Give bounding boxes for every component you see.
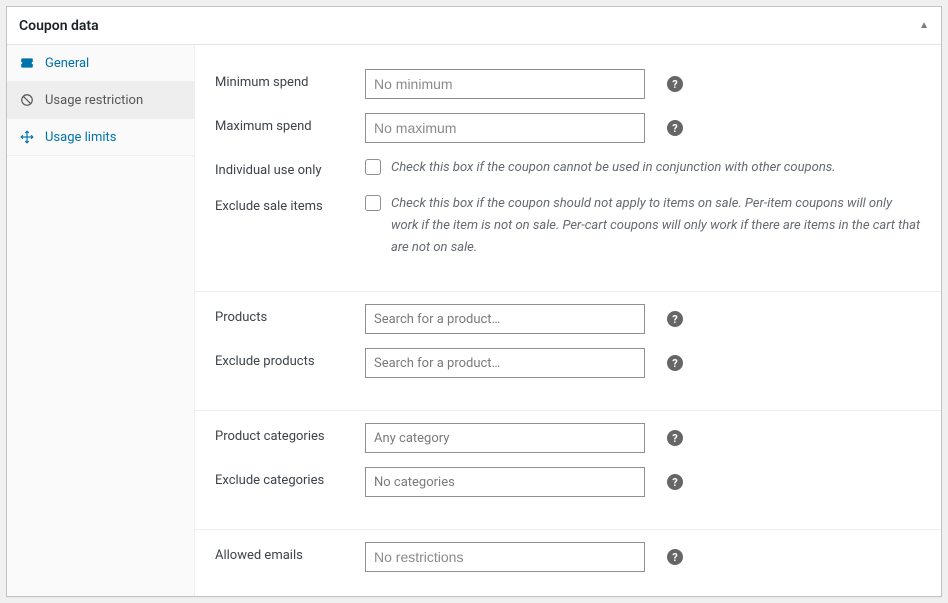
group-spend: Minimum spend ? Maximum spend ? Individu… xyxy=(195,51,941,283)
ban-icon xyxy=(19,92,35,108)
row-products: Products Search for a product… ? xyxy=(215,304,921,334)
input-max-spend[interactable] xyxy=(365,113,645,143)
tab-usage-restriction-label: Usage restriction xyxy=(45,93,143,108)
help-icon[interactable]: ? xyxy=(667,430,683,446)
help-icon[interactable]: ? xyxy=(667,311,683,327)
coupon-data-panel: Coupon data ▲ General xyxy=(6,6,942,597)
side-tabs: General Usage restriction xyxy=(7,45,195,596)
label-exclude-categories: Exclude categories xyxy=(215,467,365,488)
row-exclude-categories: Exclude categories No categories ? xyxy=(215,467,921,497)
select-exclude-products[interactable]: Search for a product… xyxy=(365,348,645,378)
row-max-spend: Maximum spend ? xyxy=(215,113,921,143)
collapse-toggle-icon[interactable]: ▲ xyxy=(919,20,929,31)
help-icon[interactable]: ? xyxy=(667,474,683,490)
group-emails: Allowed emails ? xyxy=(195,529,941,596)
label-exclude-products: Exclude products xyxy=(215,348,365,369)
tab-general[interactable]: General xyxy=(7,45,194,82)
group-categories: Product categories Any category ? Exclud… xyxy=(195,410,941,521)
help-icon[interactable]: ? xyxy=(667,120,683,136)
row-exclude-products: Exclude products Search for a product… ? xyxy=(215,348,921,378)
label-individual-use: Individual use only xyxy=(215,157,365,178)
group-products: Products Search for a product… ? Exclude… xyxy=(195,291,941,402)
input-allowed-emails[interactable] xyxy=(365,542,645,572)
ticket-icon xyxy=(19,55,35,71)
help-icon[interactable]: ? xyxy=(667,76,683,92)
move-icon xyxy=(19,129,35,145)
row-allowed-emails: Allowed emails ? xyxy=(215,542,921,572)
row-exclude-sale: Exclude sale items Check this box if the… xyxy=(215,193,921,259)
tab-usage-restriction[interactable]: Usage restriction xyxy=(7,82,194,119)
label-allowed-emails: Allowed emails xyxy=(215,542,365,563)
panel-body: General Usage restriction xyxy=(7,45,941,596)
label-exclude-sale: Exclude sale items xyxy=(215,193,365,214)
row-min-spend: Minimum spend ? xyxy=(215,69,921,99)
checkbox-individual-use[interactable] xyxy=(365,159,381,175)
label-product-categories: Product categories xyxy=(215,423,365,444)
tab-usage-limits[interactable]: Usage limits xyxy=(7,119,194,156)
input-min-spend[interactable] xyxy=(365,69,645,99)
label-min-spend: Minimum spend xyxy=(215,69,365,90)
select-products[interactable]: Search for a product… xyxy=(365,304,645,334)
tab-usage-limits-label: Usage limits xyxy=(45,130,116,145)
label-max-spend: Maximum spend xyxy=(215,113,365,134)
desc-individual-use: Check this box if the coupon cannot be u… xyxy=(391,157,836,179)
select-product-categories[interactable]: Any category xyxy=(365,423,645,453)
tab-general-label: General xyxy=(45,56,89,71)
form-main: Minimum spend ? Maximum spend ? Individu… xyxy=(195,45,941,596)
panel-header[interactable]: Coupon data ▲ xyxy=(7,7,941,45)
desc-exclude-sale: Check this box if the coupon should not … xyxy=(391,193,921,259)
row-individual-use: Individual use only Check this box if th… xyxy=(215,157,921,179)
label-products: Products xyxy=(215,304,365,325)
row-product-categories: Product categories Any category ? xyxy=(215,423,921,453)
panel-title: Coupon data xyxy=(19,18,99,34)
select-exclude-categories[interactable]: No categories xyxy=(365,467,645,497)
checkbox-exclude-sale[interactable] xyxy=(365,195,381,211)
help-icon[interactable]: ? xyxy=(667,549,683,565)
help-icon[interactable]: ? xyxy=(667,355,683,371)
